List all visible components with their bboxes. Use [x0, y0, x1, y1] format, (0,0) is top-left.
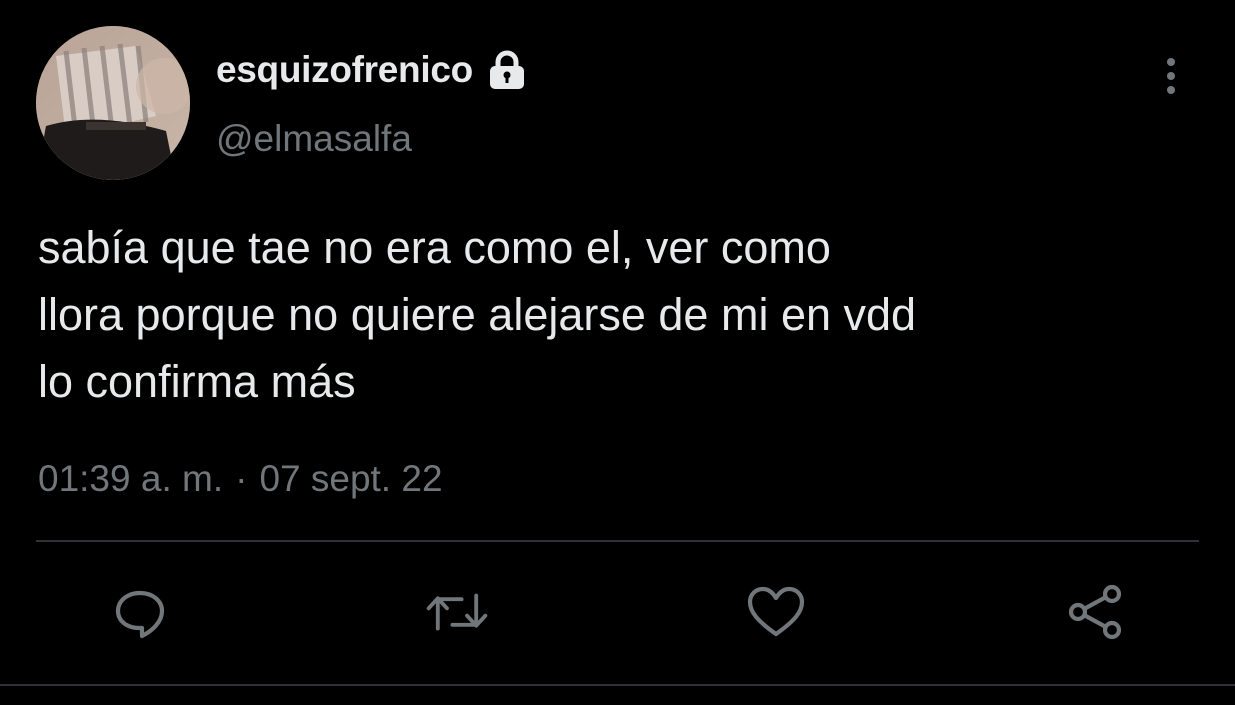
tweet-date: 07 sept. 22	[259, 458, 443, 499]
share-icon	[1068, 584, 1122, 640]
avatar[interactable]	[36, 26, 190, 180]
divider	[36, 540, 1199, 542]
user-handle[interactable]: @elmasalfa	[216, 118, 412, 160]
user-name-row: esquizofrenico	[216, 48, 529, 92]
lock-icon	[485, 50, 529, 90]
timestamp-separator: ·	[235, 458, 248, 499]
display-name[interactable]: esquizofrenico	[216, 49, 473, 91]
avatar-photo	[36, 26, 190, 180]
share-button[interactable]	[1062, 580, 1126, 644]
tweet-card: esquizofrenico @elmasalfa sabía que tae …	[0, 0, 1235, 705]
like-button[interactable]	[744, 580, 808, 644]
retweet-icon	[426, 593, 488, 631]
bottom-divider	[0, 684, 1235, 686]
reply-icon	[115, 590, 165, 639]
more-vertical-icon[interactable]	[1157, 54, 1185, 98]
tweet-time: 01:39 a. m.	[38, 458, 224, 499]
action-bar	[0, 580, 1235, 650]
reply-button[interactable]	[108, 580, 172, 644]
tweet-text: sabía que tae no era como el, ver como l…	[38, 222, 917, 407]
retweet-button[interactable]	[425, 580, 489, 644]
tweet-timestamp[interactable]: 01:39 a. m. · 07 sept. 22	[38, 458, 443, 500]
heart-icon	[747, 586, 805, 637]
